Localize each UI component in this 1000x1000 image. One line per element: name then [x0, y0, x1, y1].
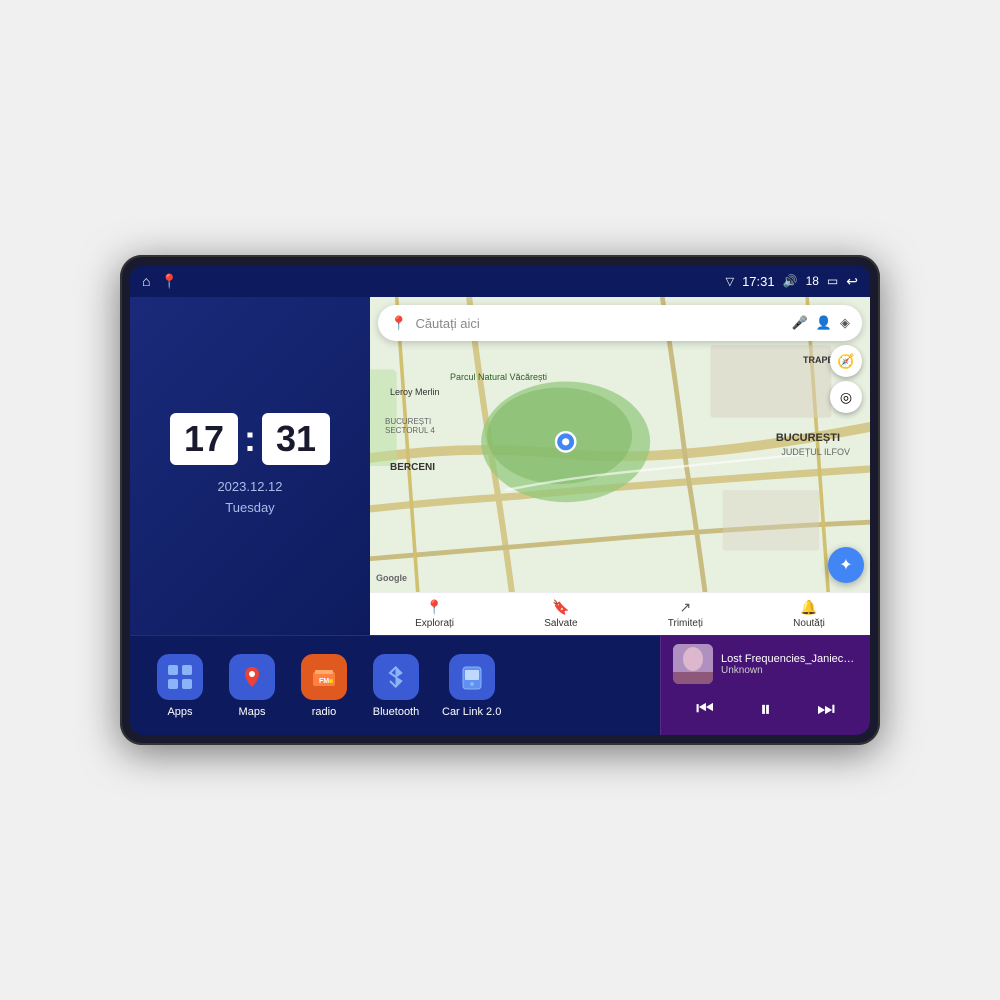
carlink-app-icon — [449, 654, 495, 700]
status-time: 17:31 — [742, 274, 775, 289]
music-prev-btn[interactable]: ⏮ — [688, 696, 722, 723]
carlink-label: Car Link 2.0 — [442, 706, 501, 718]
share-icon: ↗ — [679, 599, 691, 616]
carlink-svg-icon — [458, 663, 486, 691]
map-label-berceni: BERCENI — [390, 462, 435, 473]
apps-icon — [157, 654, 203, 700]
explore-label: Explorați — [415, 618, 454, 629]
share-label: Trimiteți — [668, 618, 703, 629]
map-nav-explore[interactable]: 📍 Explorați — [415, 599, 454, 629]
radio-svg-icon: FM — [310, 663, 338, 691]
google-logo: Google — [376, 573, 407, 583]
bluetooth-svg-icon — [382, 663, 410, 691]
clock-panel: 17 : 31 2023.12.12 Tuesday — [130, 297, 370, 635]
map-compass-btn[interactable]: 🧭 — [830, 345, 862, 377]
music-play-btn[interactable]: ⏸ — [752, 694, 779, 724]
clock-hours: 17 — [170, 413, 238, 465]
app-item-carlink[interactable]: Car Link 2.0 — [434, 648, 509, 724]
music-controls: ⏮ ⏸ ⏭ — [673, 690, 858, 728]
home-icon[interactable]: ⌂ — [142, 273, 150, 289]
app-item-apps[interactable]: Apps — [146, 648, 214, 724]
layers-icon[interactable]: ◈ — [840, 315, 850, 331]
music-player: Lost Frequencies_Janieck Devy-... Unknow… — [660, 636, 870, 735]
volume-icon: 🔊 — [783, 274, 798, 288]
signal-icon: ▽ — [726, 275, 734, 288]
maps-label: Maps — [239, 706, 266, 718]
clock-display: 17 : 31 — [170, 413, 330, 465]
mic-icon[interactable]: 🎤 — [792, 315, 808, 331]
album-art — [673, 644, 713, 684]
music-thumbnail — [673, 644, 713, 684]
map-label-sector4: BUCUREȘTISECTORUL 4 — [385, 417, 435, 435]
status-right: ▽ 17:31 🔊 18 ▭ ↩ — [726, 273, 858, 290]
map-nav-share[interactable]: ↗ Trimiteți — [668, 599, 703, 629]
saved-label: Salvate — [544, 618, 577, 629]
apps-svg-icon — [166, 663, 194, 691]
maps-app-icon — [229, 654, 275, 700]
apps-label: Apps — [167, 706, 192, 718]
volume-level: 18 — [806, 274, 819, 288]
map-svg — [370, 297, 870, 635]
app-item-bluetooth[interactable]: Bluetooth — [362, 648, 430, 724]
main-content: 17 : 31 2023.12.12 Tuesday — [130, 297, 870, 735]
account-icon[interactable]: 👤 — [816, 315, 832, 331]
map-search-bar[interactable]: 📍 Căutați aici 🎤 👤 ◈ — [378, 305, 862, 341]
news-icon: 🔔 — [800, 599, 817, 616]
back-icon[interactable]: ↩ — [846, 273, 858, 290]
map-nav-saved[interactable]: 🔖 Salvate — [544, 599, 577, 629]
bluetooth-app-icon — [373, 654, 419, 700]
music-title: Lost Frequencies_Janieck Devy-... — [721, 653, 858, 665]
music-next-btn[interactable]: ⏭ — [809, 696, 843, 723]
device-screen: ⌂ 📍 ▽ 17:31 🔊 18 ▭ ↩ 17 : — [130, 265, 870, 735]
map-navigate-btn[interactable]: ✦ — [828, 547, 864, 583]
map-mylocation-btn[interactable]: ◎ — [830, 381, 862, 413]
bottom-section: Apps Maps — [130, 635, 870, 735]
app-item-radio[interactable]: FM radio — [290, 648, 358, 724]
map-nav-news[interactable]: 🔔 Noutăți — [793, 599, 825, 629]
location-icon[interactable]: 📍 — [160, 273, 177, 290]
map-nav-bottom: 📍 Explorați 🔖 Salvate ↗ Trimiteți 🔔 — [370, 592, 870, 635]
map-label-parc: Parcul Natural Văcărești — [450, 372, 547, 382]
map-label-judet: JUDEȚUL ILFOV — [781, 447, 850, 457]
svg-text:FM: FM — [319, 678, 329, 685]
map-search-actions: 🎤 👤 ◈ — [792, 315, 850, 331]
map-logo-icon: 📍 — [390, 315, 407, 332]
bluetooth-label: Bluetooth — [373, 706, 419, 718]
news-label: Noutăți — [793, 618, 825, 629]
device: ⌂ 📍 ▽ 17:31 🔊 18 ▭ ↩ 17 : — [120, 255, 880, 745]
saved-icon: 🔖 — [552, 599, 569, 616]
clock-colon: : — [244, 421, 256, 457]
music-artist: Unknown — [721, 665, 858, 676]
status-left-icons: ⌂ 📍 — [142, 273, 178, 290]
clock-minutes: 31 — [262, 413, 330, 465]
maps-svg-icon — [238, 663, 266, 691]
map-label-bucuresti: BUCUREȘTI — [776, 432, 840, 444]
top-section: 17 : 31 2023.12.12 Tuesday — [130, 297, 870, 635]
map-search-placeholder[interactable]: Căutați aici — [415, 316, 783, 331]
music-text: Lost Frequencies_Janieck Devy-... Unknow… — [721, 653, 858, 676]
battery-icon: ▭ — [827, 274, 838, 288]
clock-date: 2023.12.12 Tuesday — [217, 477, 282, 519]
radio-label: radio — [312, 706, 336, 718]
app-icons-area: Apps Maps — [130, 636, 660, 735]
map-panel[interactable]: 📍 Căutați aici 🎤 👤 ◈ TRAPEZULUI Parcul N… — [370, 297, 870, 635]
music-info: Lost Frequencies_Janieck Devy-... Unknow… — [673, 644, 858, 684]
status-bar: ⌂ 📍 ▽ 17:31 🔊 18 ▭ ↩ — [130, 265, 870, 297]
explore-icon: 📍 — [426, 599, 443, 616]
radio-app-icon: FM — [301, 654, 347, 700]
app-item-maps[interactable]: Maps — [218, 648, 286, 724]
map-label-leroy: Leroy Merlin — [390, 387, 440, 397]
